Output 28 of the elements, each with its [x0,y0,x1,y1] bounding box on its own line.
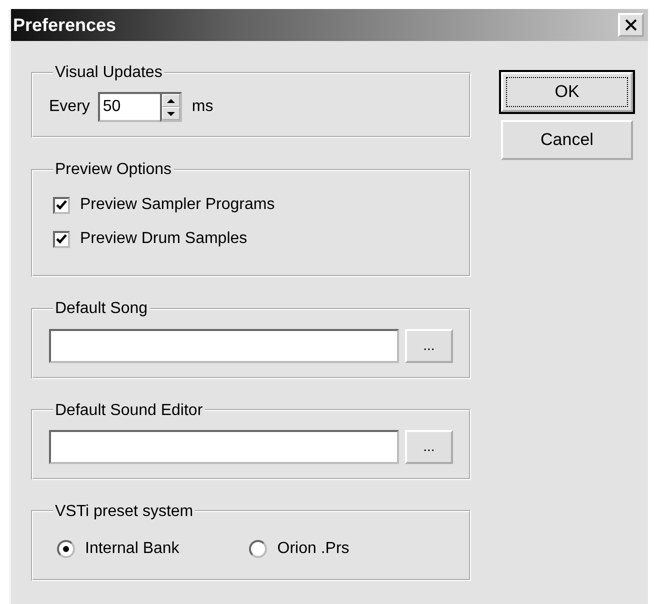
path-field[interactable] [49,430,399,464]
cancel-button[interactable]: Cancel [501,120,633,160]
close-icon [625,19,637,31]
checkbox-label: Preview Drum Samples [80,229,248,250]
group-title: Preview Options [54,160,172,180]
path-field[interactable] [49,328,399,363]
browse-button[interactable]: ... [405,328,453,363]
radio-button[interactable] [57,540,75,558]
checkbox[interactable] [53,196,70,214]
radio-label: Orion .Prs [277,538,350,559]
group-title: Default Sound Editor [54,400,204,420]
close-button[interactable] [618,13,644,37]
field-label: Every [49,97,90,118]
group-title: VSTi preset system [54,502,194,521]
number-field[interactable]: 50 [98,92,160,122]
group-title: Visual Updates [54,63,164,82]
checkbox-label: Preview Sampler Programs [80,195,275,216]
ok-button[interactable]: OK [501,72,633,112]
unit-label: ms [192,97,214,118]
radio-label: Internal Bank [85,538,180,559]
up-arrow-icon [166,98,175,104]
group-title: Default Song [54,299,149,319]
down-arrow-icon [166,110,175,117]
browse-button[interactable]: ... [405,430,453,464]
radio-button[interactable] [249,540,268,558]
window-title: Preferences [13,14,116,36]
spin-buttons[interactable] [160,92,182,122]
checkbox[interactable] [53,230,70,248]
